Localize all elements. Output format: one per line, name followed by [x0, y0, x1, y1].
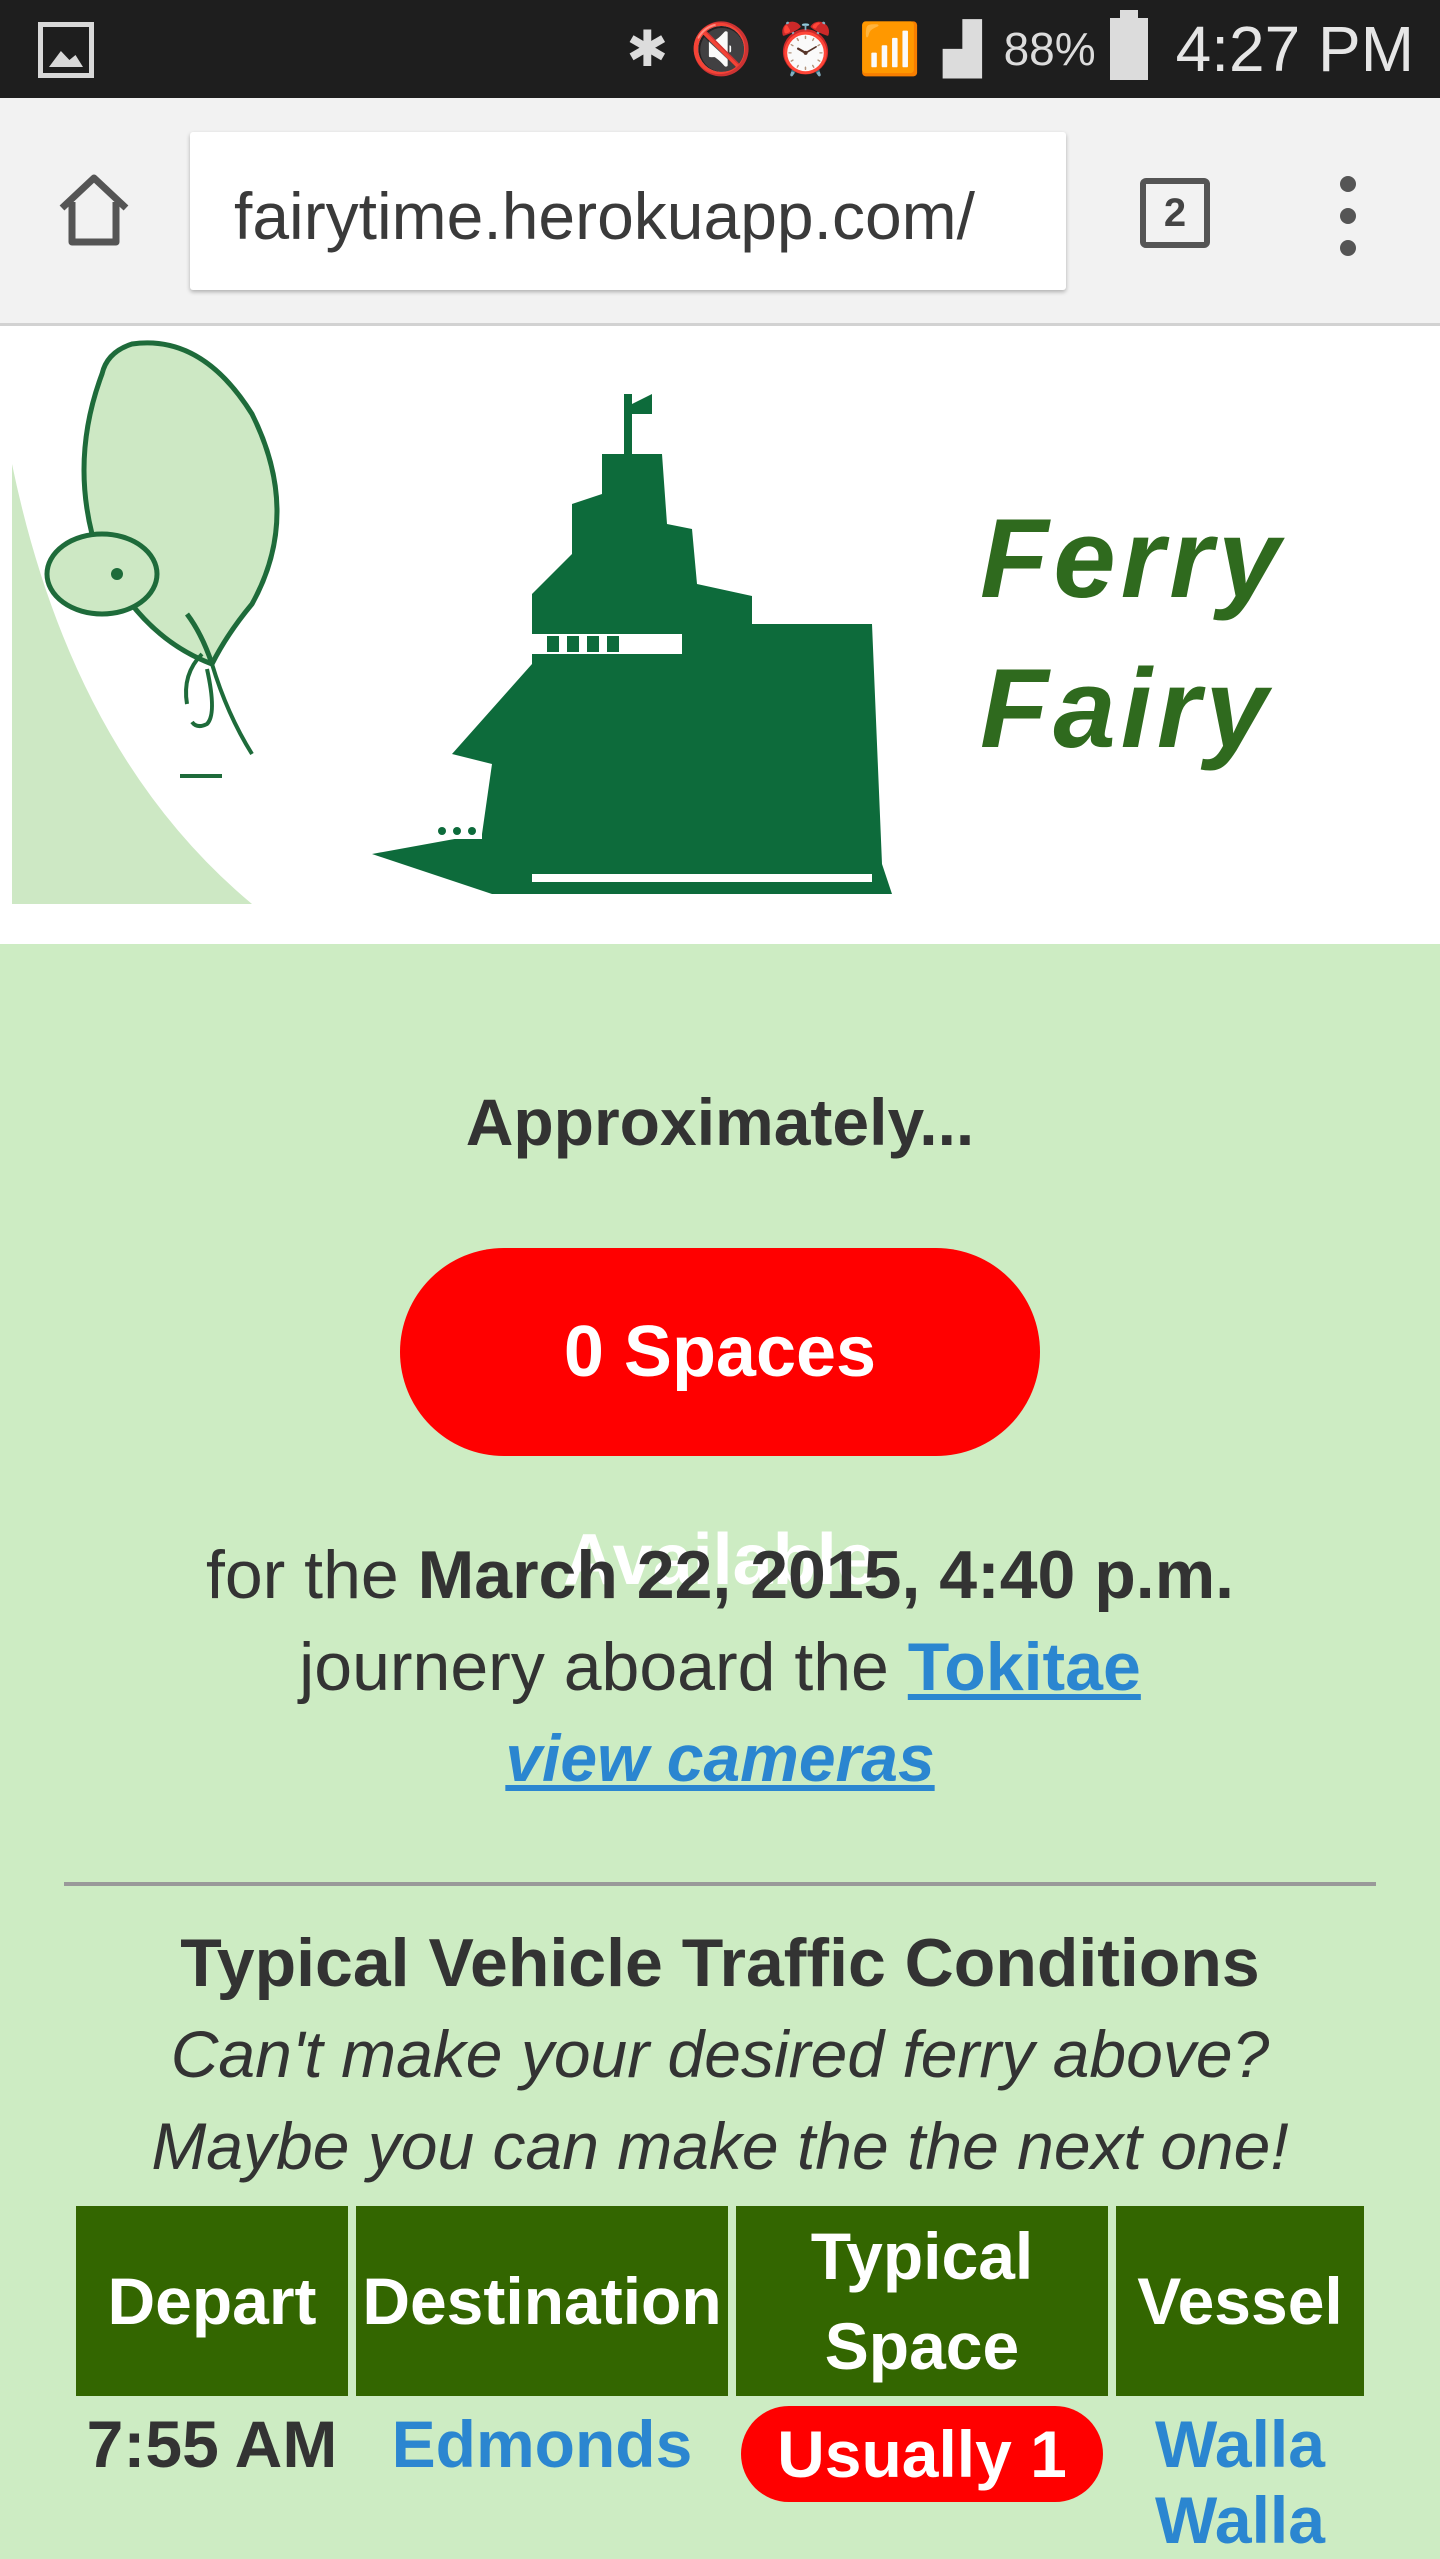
site-header: Ferry Fairy: [0, 326, 1440, 944]
for-prefix: for the: [205, 1537, 399, 1613]
sailing-datetime: March 22, 2015, 4:40 p.m.: [417, 1537, 1235, 1613]
bluetooth-icon: ✱: [626, 20, 669, 78]
overflow-menu-icon[interactable]: [1328, 176, 1368, 256]
alarm-icon: ⏰: [774, 20, 837, 78]
table-row: 7:55 AM Edmonds Usually 1 Walla Walla: [76, 2396, 1364, 2559]
main-content: Approximately... 0 Spaces Available for …: [0, 944, 1440, 2555]
journey-line: journery aboard the Tokitae: [0, 1628, 1440, 1706]
status-icons: ✱ 🔇 ⏰ 📶 ▟ 88% 4:27 PM: [626, 0, 1440, 98]
col-depart: Depart: [76, 2206, 348, 2396]
destination-cell: Edmonds: [356, 2396, 728, 2559]
traffic-table: Depart Destination Typical Space Vessel …: [68, 2206, 1372, 2559]
traffic-subtitle-2: Maybe you can make the the next one!: [151, 2109, 1289, 2183]
vessel-row-link[interactable]: Walla Walla: [1155, 2407, 1325, 2557]
site-brand-title: Ferry Fairy: [980, 484, 1285, 784]
battery-percent: 88%: [1003, 23, 1096, 75]
traffic-subtitle-1: Can't make your desired ferry above?: [170, 2017, 1270, 2091]
brand-line-1: Ferry: [980, 496, 1286, 621]
col-vessel: Vessel: [1116, 2206, 1364, 2396]
home-icon[interactable]: [54, 170, 134, 250]
brand-line-2: Fairy: [980, 646, 1273, 771]
typical-space-badge: Usually 1: [741, 2406, 1103, 2502]
col-typical-space: Typical Space: [736, 2206, 1108, 2396]
status-bar: ✱ 🔇 ⏰ 📶 ▟ 88% 4:27 PM: [0, 0, 1440, 98]
vessel-cell: Walla Walla: [1116, 2396, 1364, 2559]
space-cell: Usually 1: [736, 2396, 1108, 2559]
signal-icon: ▟: [943, 20, 982, 78]
ferry-fairy-logo[interactable]: [12, 334, 902, 912]
wifi-icon: 📶: [858, 20, 922, 78]
vessel-link[interactable]: Tokitae: [908, 1629, 1141, 1705]
sailing-line: for the March 22, 2015, 4:40 p.m.: [0, 1536, 1440, 1614]
approx-label: Approximately...: [465, 1085, 975, 1159]
traffic-section-title: Typical Vehicle Traffic Conditions: [180, 1925, 1260, 2001]
clock: 4:27 PM: [1175, 13, 1414, 85]
section-divider: [64, 1882, 1376, 1886]
col-destination: Destination: [356, 2206, 728, 2396]
depart-cell: 7:55 AM: [86, 2407, 338, 2481]
table-header-row: Depart Destination Typical Space Vessel: [76, 2206, 1364, 2396]
url-text[interactable]: fairytime.herokuapp.com/: [234, 178, 975, 254]
destination-link[interactable]: Edmonds: [392, 2407, 693, 2481]
cameras-line: view cameras: [0, 1720, 1440, 1796]
browser-toolbar: fairytime.herokuapp.com/ 2: [0, 98, 1440, 326]
tab-switcher-button[interactable]: 2: [1140, 178, 1210, 248]
view-cameras-link[interactable]: view cameras: [505, 1721, 934, 1795]
gallery-icon: [38, 22, 94, 78]
battery-icon: [1109, 10, 1148, 80]
mute-icon: 🔇: [690, 20, 753, 78]
journey-prefix: journery aboard the: [299, 1629, 889, 1705]
address-bar[interactable]: fairytime.herokuapp.com/: [190, 132, 1066, 290]
spaces-available-badge: 0 Spaces Available: [400, 1248, 1040, 1600]
